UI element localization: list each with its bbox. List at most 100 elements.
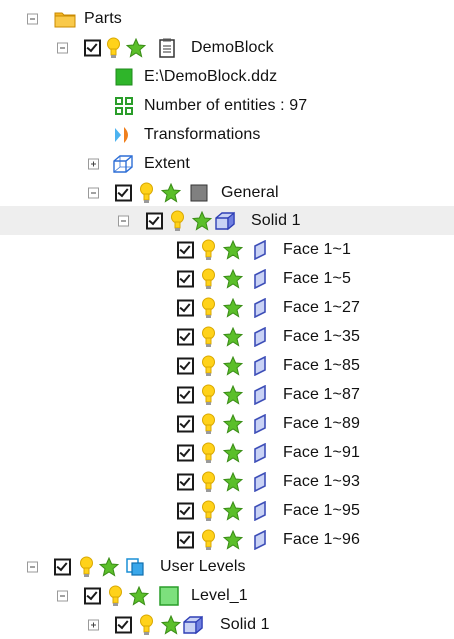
bulb-icon[interactable] (201, 326, 216, 348)
tree-node-face[interactable]: Face 1~96 (0, 525, 454, 554)
star-icon[interactable] (126, 37, 146, 58)
star-icon[interactable] (223, 471, 243, 492)
bulb-icon[interactable] (201, 384, 216, 406)
bulb-icon[interactable] (201, 355, 216, 377)
node-label: Face 1~1 (283, 240, 351, 258)
star-icon[interactable] (223, 355, 243, 376)
star-icon[interactable] (223, 326, 243, 347)
star-icon[interactable] (223, 268, 243, 289)
tree-node-transformations[interactable]: Transformations (0, 120, 454, 149)
star-icon[interactable] (161, 182, 181, 203)
star-icon[interactable] (99, 556, 119, 577)
node-label: Face 1~93 (283, 472, 360, 490)
tree-node-face[interactable]: Face 1~95 (0, 496, 454, 525)
star-icon[interactable] (223, 239, 243, 260)
face-icon (253, 442, 267, 463)
visibility-checkbox[interactable] (54, 558, 71, 575)
visibility-checkbox[interactable] (84, 39, 101, 56)
bulb-icon[interactable] (201, 297, 216, 319)
bulb-icon[interactable] (201, 500, 216, 522)
expand-toggle[interactable] (88, 158, 99, 169)
node-label: Face 1~95 (283, 501, 360, 519)
visibility-checkbox[interactable] (177, 473, 194, 490)
visibility-checkbox[interactable] (177, 328, 194, 345)
visibility-checkbox[interactable] (177, 531, 194, 548)
tree-node-face[interactable]: Face 1~27 (0, 293, 454, 322)
visibility-checkbox[interactable] (177, 415, 194, 432)
collapse-toggle[interactable] (57, 590, 68, 601)
bulb-icon[interactable] (201, 442, 216, 464)
node-label: Parts (84, 9, 122, 27)
tree-node-general[interactable]: General (0, 178, 454, 207)
visibility-checkbox[interactable] (115, 184, 132, 201)
tree-node-face[interactable]: Face 1~91 (0, 438, 454, 467)
bulb-icon[interactable] (201, 529, 216, 551)
tree-node-face[interactable]: Face 1~89 (0, 409, 454, 438)
gray-square-icon (190, 184, 208, 202)
node-label: Face 1~87 (283, 385, 360, 403)
visibility-checkbox[interactable] (177, 270, 194, 287)
tree-node-face[interactable]: Face 1~87 (0, 380, 454, 409)
collapse-toggle[interactable] (118, 215, 129, 226)
visibility-checkbox[interactable] (84, 587, 101, 604)
bulb-icon[interactable] (79, 556, 94, 578)
folder-icon (54, 10, 76, 28)
tree-node-entities[interactable]: Number of entities : 97 (0, 91, 454, 120)
node-label: Solid 1 (220, 615, 270, 633)
solid-cube-icon (182, 615, 204, 635)
bulb-icon[interactable] (106, 37, 121, 59)
bulb-icon[interactable] (201, 471, 216, 493)
collapse-toggle[interactable] (57, 42, 68, 53)
bulb-icon[interactable] (139, 182, 154, 204)
tree-node-file-path[interactable]: E:\DemoBlock.ddz (0, 62, 454, 91)
wire-cube-icon (112, 154, 134, 174)
tree-node-face[interactable]: Face 1~85 (0, 351, 454, 380)
visibility-checkbox[interactable] (115, 616, 132, 633)
star-icon[interactable] (223, 413, 243, 434)
bulb-icon[interactable] (139, 614, 154, 636)
star-icon[interactable] (161, 614, 181, 635)
bulb-icon[interactable] (108, 585, 123, 607)
visibility-checkbox[interactable] (177, 444, 194, 461)
tree-node-level1[interactable]: Level_1 (0, 581, 454, 610)
tree-node-face[interactable]: Face 1~1 (0, 235, 454, 264)
star-icon[interactable] (223, 500, 243, 521)
tree-node-face[interactable]: Face 1~93 (0, 467, 454, 496)
bulb-icon[interactable] (201, 268, 216, 290)
node-label: E:\DemoBlock.ddz (144, 67, 278, 85)
star-icon[interactable] (129, 585, 149, 606)
tree-node-demoblock[interactable]: DemoBlock (0, 33, 454, 62)
node-label: Number of entities : 97 (144, 96, 308, 114)
collapse-toggle[interactable] (27, 13, 38, 24)
visibility-checkbox[interactable] (146, 212, 163, 229)
tree-node-parts[interactable]: Parts (0, 4, 454, 33)
bulb-icon[interactable] (201, 413, 216, 435)
expand-toggle[interactable] (88, 619, 99, 630)
tree-node-face[interactable]: Face 1~35 (0, 322, 454, 351)
tree-node-solid[interactable]: Solid 1 (0, 206, 454, 235)
bulb-icon[interactable] (201, 239, 216, 261)
face-icon (253, 384, 267, 405)
star-icon[interactable] (223, 297, 243, 318)
transform-icon (113, 126, 133, 144)
visibility-checkbox[interactable] (177, 241, 194, 258)
face-icon (253, 239, 267, 260)
visibility-checkbox[interactable] (177, 299, 194, 316)
tree-node-level-solid[interactable]: Solid 1 (0, 610, 454, 639)
star-icon[interactable] (223, 529, 243, 550)
visibility-checkbox[interactable] (177, 386, 194, 403)
visibility-checkbox[interactable] (177, 357, 194, 374)
tree-node-extent[interactable]: Extent (0, 149, 454, 178)
star-icon[interactable] (223, 442, 243, 463)
collapse-toggle[interactable] (88, 187, 99, 198)
star-icon[interactable] (223, 384, 243, 405)
node-label: Face 1~96 (283, 530, 360, 548)
tree-node-face[interactable]: Face 1~5 (0, 264, 454, 293)
tree-node-user-levels[interactable]: User Levels (0, 552, 454, 581)
levels-icon (125, 557, 145, 577)
collapse-toggle[interactable] (27, 561, 38, 572)
star-icon[interactable] (192, 210, 212, 231)
visibility-checkbox[interactable] (177, 502, 194, 519)
node-label: Solid 1 (251, 211, 301, 229)
bulb-icon[interactable] (170, 210, 185, 232)
